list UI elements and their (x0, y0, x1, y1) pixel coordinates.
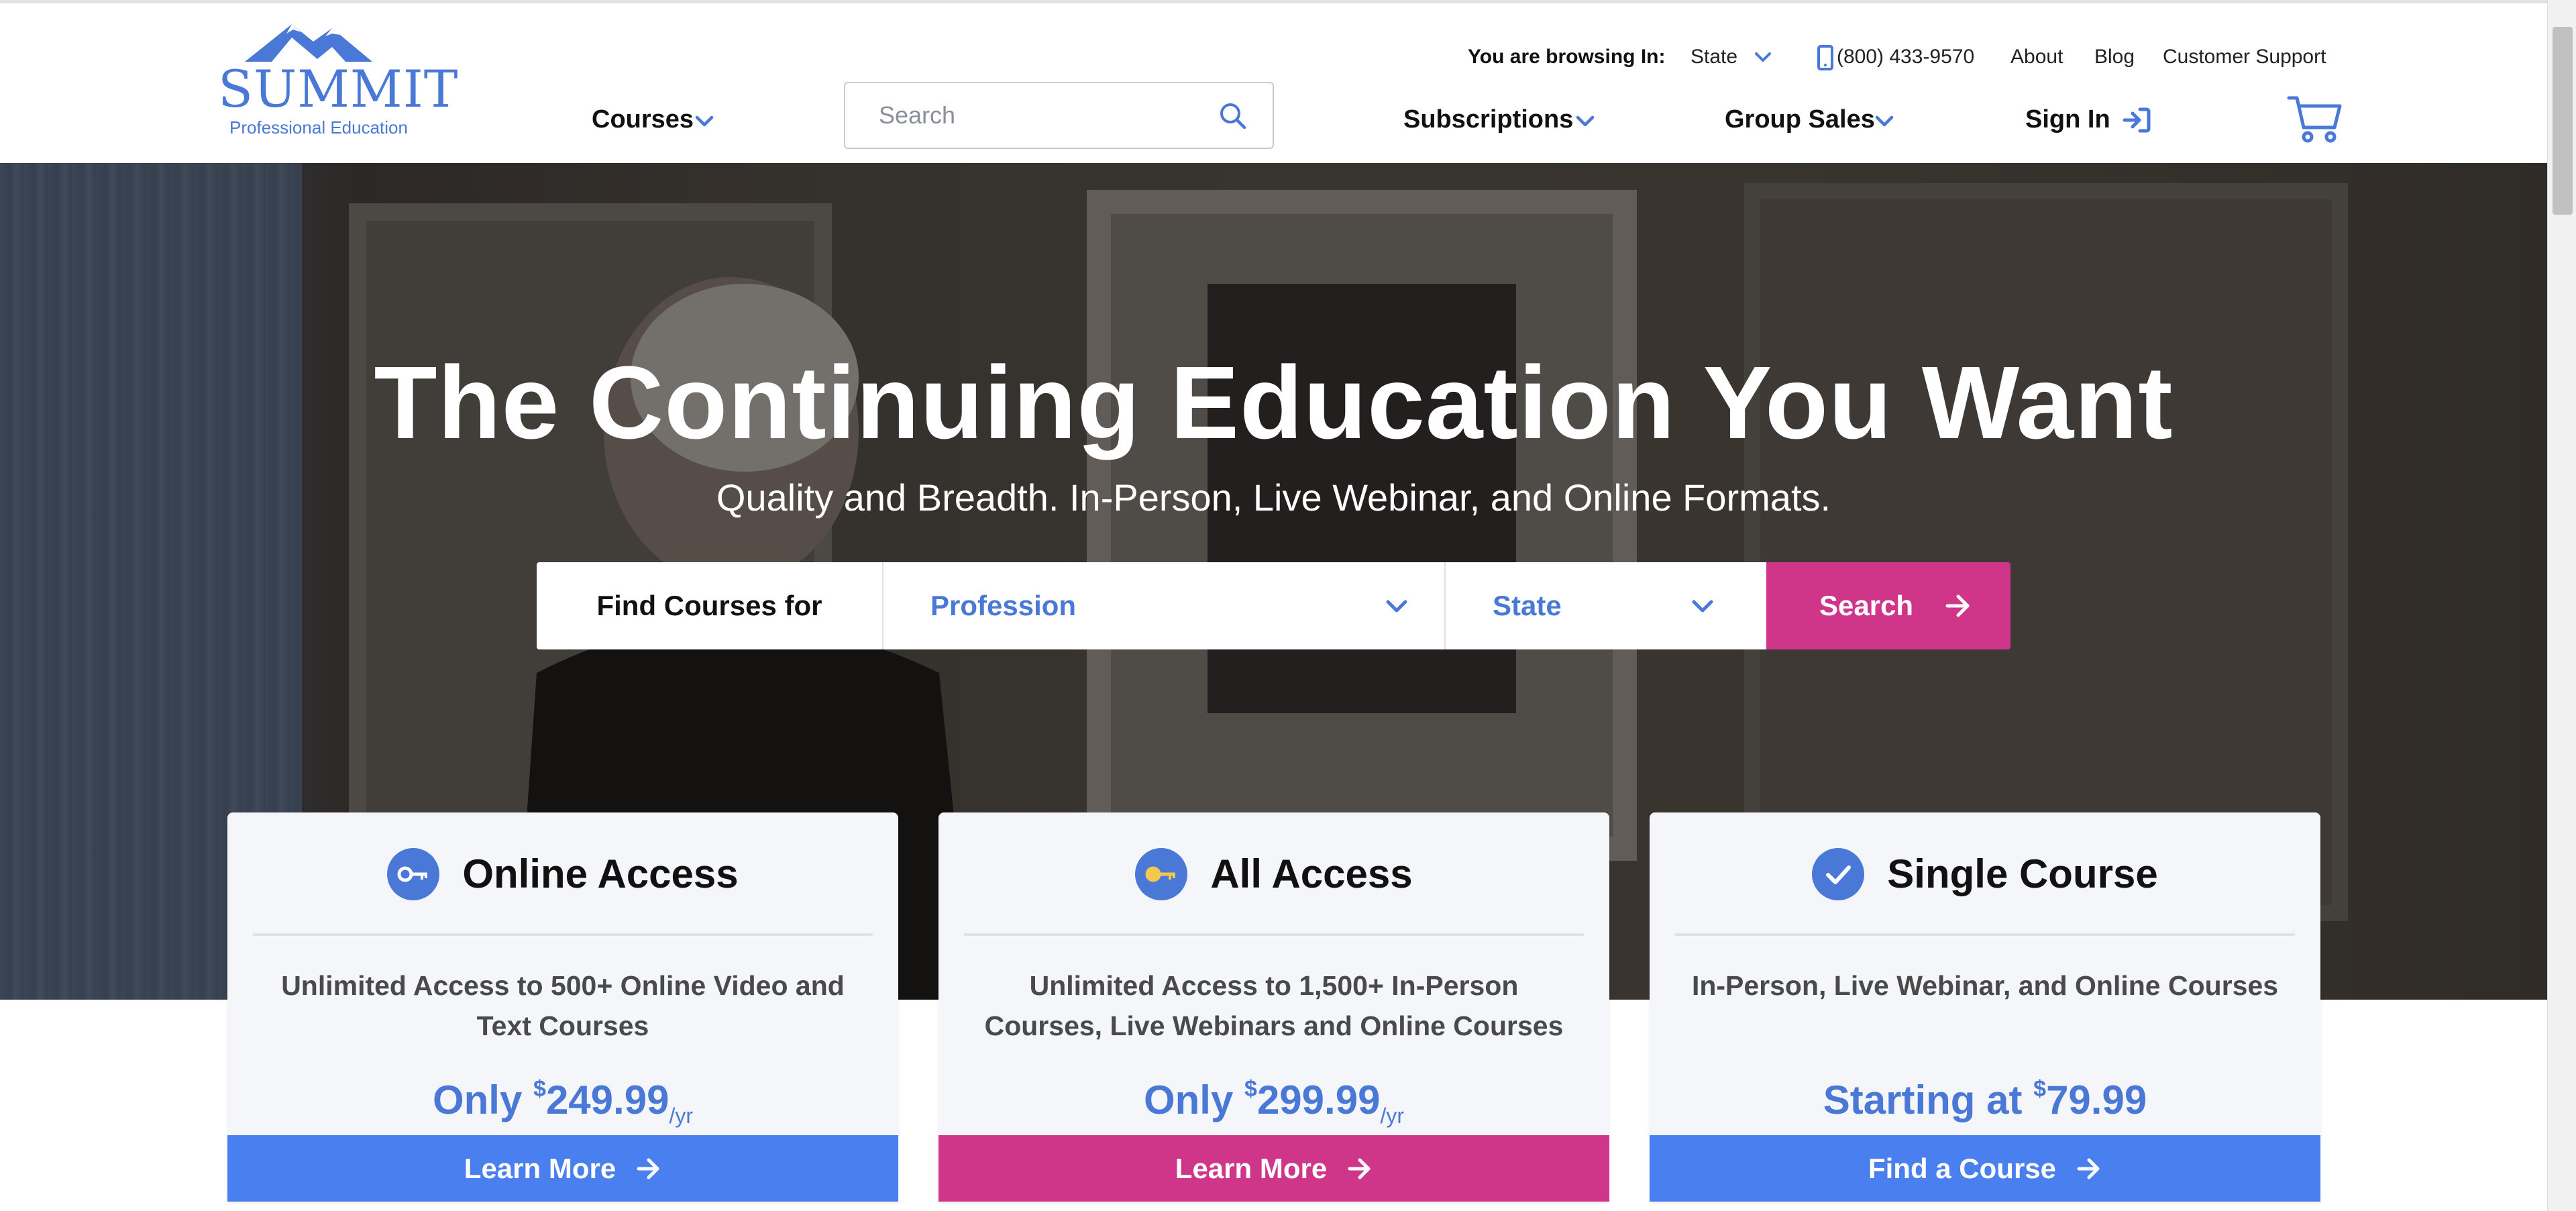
card-description: Unlimited Access to 500+ Online Video an… (281, 970, 845, 1041)
chevron-down-icon[interactable] (1873, 109, 1896, 132)
key-icon (387, 848, 440, 900)
chevron-down-icon (1386, 600, 1407, 613)
state-dropdown[interactable]: State (1446, 562, 1766, 649)
price-period: /yr (1380, 1104, 1404, 1128)
nav-group-sales[interactable]: Group Sales (1725, 103, 1875, 136)
price-prefix: Only (1143, 1077, 1234, 1122)
summit-logo[interactable]: SUMMIT Professional Education (218, 20, 459, 141)
card-divider (1675, 933, 2295, 936)
scrollbar-thumb[interactable] (2553, 27, 2573, 215)
find-a-course-button[interactable]: Find a Course (1650, 1135, 2320, 1202)
search-button-label: Search (1819, 590, 1914, 621)
search-input[interactable] (879, 97, 1194, 134)
hero-title: The Continuing Education You Want (374, 345, 2174, 460)
search-box (844, 82, 1274, 149)
customer-support-link[interactable]: Customer Support (2163, 44, 2326, 70)
card-divider (253, 933, 873, 936)
chevron-down-icon[interactable] (693, 109, 716, 132)
button-label: Find a Course (1868, 1153, 2057, 1184)
nav-sign-in[interactable]: Sign In (2025, 103, 2110, 136)
arrow-right-icon (1945, 594, 1970, 617)
plan-card-single-course: Single Course In-Person, Live Webinar, a… (1650, 812, 2320, 1202)
checkmark-icon (1812, 848, 1865, 900)
price-prefix: Only (432, 1077, 523, 1122)
shopping-cart-icon[interactable] (2286, 94, 2343, 145)
card-header: All Access (938, 847, 1609, 901)
card-description: In-Person, Live Webinar, and Online Cour… (1691, 970, 2279, 1001)
card-price: Only $299.99/yr (938, 1062, 1609, 1133)
logo-tagline: Professional Education (229, 117, 408, 138)
price-period: /yr (669, 1104, 693, 1128)
search-icon[interactable] (1218, 101, 1248, 131)
price-amount: 299.99 (1256, 1077, 1381, 1122)
plan-card-all-access: All Access Unlimited Access to 1,500+ In… (938, 812, 1609, 1202)
state-dropdown-label: State (1493, 590, 1562, 621)
currency-symbol: $ (2033, 1076, 2047, 1102)
hero-subtitle: Quality and Breadth. In-Person, Live Web… (716, 476, 1831, 519)
phone-icon (1817, 45, 1833, 70)
state-selector[interactable]: State (1690, 44, 1737, 70)
chevron-down-icon[interactable] (1574, 109, 1597, 132)
logo-wordmark: SUMMIT (218, 59, 459, 119)
chevron-down-icon (1692, 600, 1713, 613)
button-label: Learn More (1175, 1153, 1328, 1184)
plan-card-online-access: Online Access Unlimited Access to 500+ O… (227, 812, 898, 1202)
blog-link[interactable]: Blog (2094, 44, 2135, 70)
card-price: Starting at $79.99 (1650, 1062, 2320, 1127)
currency-symbol: $ (533, 1076, 546, 1102)
profession-dropdown-label: Profession (930, 590, 1077, 621)
card-description: Unlimited Access to 1,500+ In-Person Cou… (984, 970, 1564, 1041)
chevron-down-icon[interactable] (1752, 46, 1774, 68)
learn-more-button[interactable]: Learn More (227, 1135, 898, 1202)
price-amount: 79.99 (2046, 1077, 2147, 1122)
find-courses-label: Find Courses for (537, 562, 882, 649)
card-title: Single Course (1887, 851, 2158, 896)
card-header: Single Course (1650, 847, 2320, 901)
arrow-right-icon (2077, 1158, 2100, 1179)
arrow-right-icon (1348, 1158, 1371, 1179)
page-scrollbar[interactable] (2547, 0, 2576, 1211)
browsing-label: You are browsing In: (1468, 46, 1666, 68)
find-courses-search-button[interactable]: Search (1766, 562, 2010, 649)
about-link[interactable]: About (2010, 44, 2063, 70)
card-title: All Access (1210, 851, 1413, 896)
nav-subscriptions[interactable]: Subscriptions (1403, 103, 1573, 136)
nav-courses[interactable]: Courses (592, 103, 694, 136)
card-header: Online Access (227, 847, 898, 901)
learn-more-button[interactable]: Learn More (938, 1135, 1609, 1202)
price-prefix: Starting at (1823, 1077, 2023, 1122)
button-label: Learn More (464, 1153, 616, 1184)
phone-link[interactable]: (800) 433-9570 (1837, 44, 1974, 70)
card-price: Only $249.99/yr (227, 1062, 898, 1133)
profession-dropdown[interactable]: Profession (882, 562, 1446, 649)
card-title: Online Access (462, 851, 739, 896)
currency-symbol: $ (1244, 1076, 1257, 1102)
site-header: SUMMIT Professional Education You are br… (0, 3, 2547, 163)
price-amount: 249.99 (545, 1077, 669, 1122)
arrow-right-icon (637, 1158, 659, 1179)
sign-in-icon[interactable] (2123, 107, 2151, 134)
card-divider (964, 933, 1584, 936)
key-icon (1135, 848, 1188, 900)
